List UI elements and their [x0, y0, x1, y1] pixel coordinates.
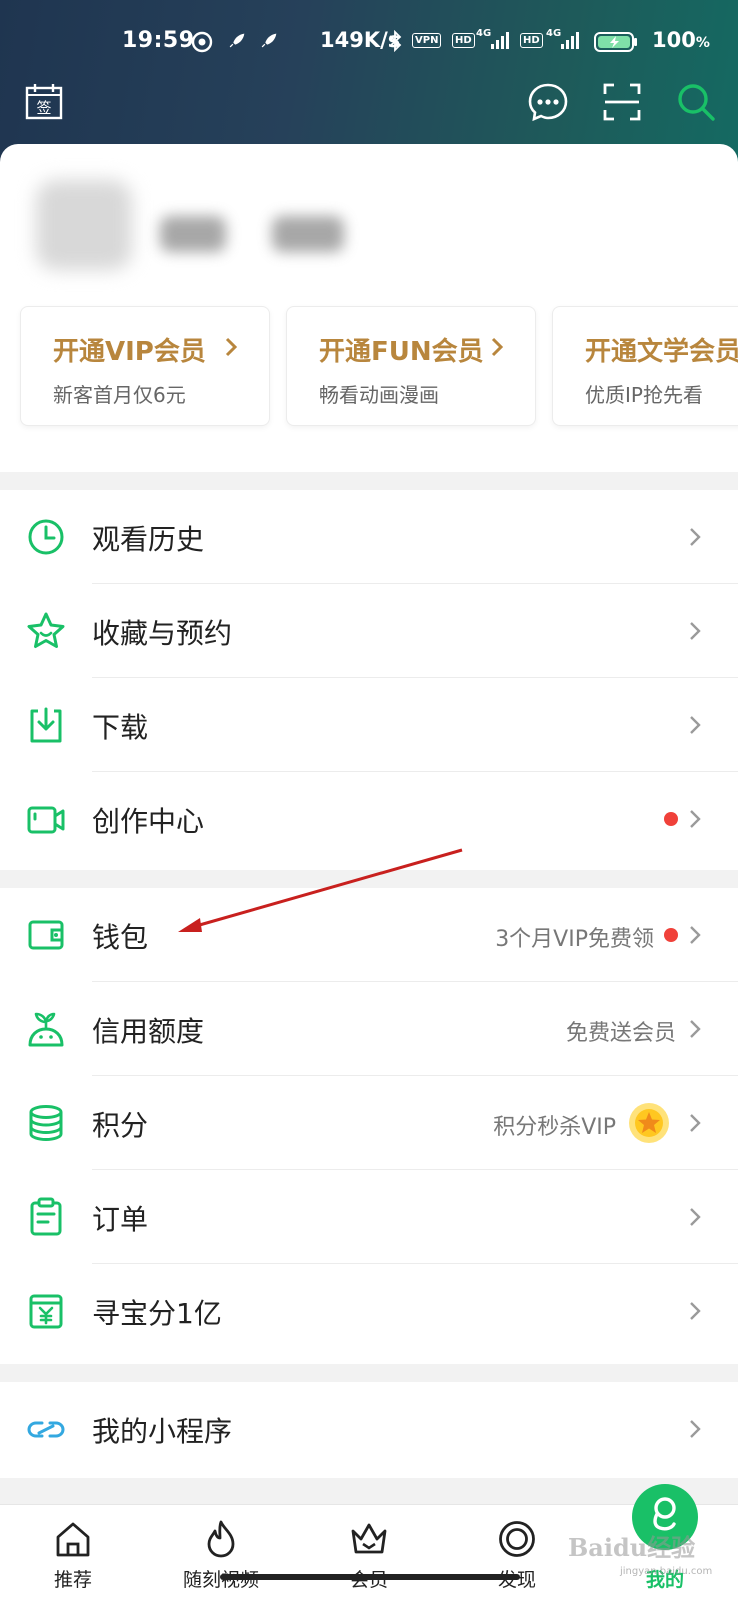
- hd-badge: HD: [452, 33, 475, 48]
- profile-card: 开通VIP会员 新客首月仅6元 开通FUN会员 畅看动画漫画 开通文学会员 优质…: [0, 144, 738, 472]
- menu-item-label: 下载: [92, 711, 149, 744]
- message-icon[interactable]: [528, 82, 568, 122]
- notification-dot: [664, 928, 678, 942]
- vip-card-subtitle: 新客首月仅6元: [53, 383, 186, 407]
- menu-item-favorites[interactable]: 收藏与预约: [0, 584, 738, 678]
- menu-item-label: 积分: [92, 1109, 149, 1142]
- menu-item-points[interactable]: 积分 积分秒杀VIP: [0, 1076, 738, 1170]
- chevron-right-icon: [225, 337, 238, 357]
- do-not-disturb-icon: [191, 31, 213, 53]
- status-time: 19:59: [122, 28, 195, 53]
- avatar[interactable]: [36, 180, 132, 270]
- menu-item-hint: 免费送会员: [565, 1021, 676, 1046]
- vip-card-title: 开通FUN会员: [319, 337, 484, 367]
- menu-section-2: 钱包 3个月VIP免费领 信用额度 免费送会员 积分 积分秒杀VIP 订单 寻宝…: [0, 888, 738, 1364]
- vpn-badge: VPN: [412, 33, 442, 48]
- gold-coin-icon: [629, 1103, 669, 1143]
- chevron-right-icon: [690, 926, 701, 944]
- nav-tab-discover[interactable]: 发现: [467, 1505, 567, 1601]
- menu-item-label: 收藏与预约: [92, 617, 233, 650]
- scan-icon[interactable]: [602, 82, 642, 122]
- menu-item-mini-programs[interactable]: 我的小程序: [0, 1382, 738, 1476]
- vip-card-title: 开通文学会员: [585, 337, 738, 367]
- coins-icon: [29, 1105, 63, 1142]
- home-indicator[interactable]: [220, 1574, 520, 1580]
- chevron-right-icon: [690, 528, 701, 546]
- battery-icon: [594, 32, 637, 52]
- vip-card-subtitle: 畅看动画漫画: [319, 383, 439, 407]
- watermark-text: Baidu经验: [568, 1533, 696, 1562]
- chevron-right-icon: [690, 716, 701, 734]
- sign-in-label: 签: [36, 99, 51, 117]
- chevron-right-icon: [690, 1302, 701, 1320]
- star-icon: [27, 612, 65, 648]
- menu-item-credit-limit[interactable]: 信用额度 免费送会员: [0, 982, 738, 1076]
- menu-item-history[interactable]: 观看历史: [0, 490, 738, 584]
- chevron-right-icon: [690, 810, 701, 828]
- battery-level: 100%: [652, 28, 710, 52]
- chevron-right-icon: [491, 337, 504, 357]
- vip-card-vip[interactable]: 开通VIP会员 新客首月仅6元: [20, 306, 270, 426]
- nav-label: 推荐: [53, 1569, 92, 1591]
- sprout-icon: [28, 1012, 64, 1047]
- signal-icon: [561, 32, 579, 49]
- vip-card-literature[interactable]: 开通文学会员 优质IP抢先看: [552, 306, 738, 426]
- chevron-right-icon: [690, 1208, 701, 1226]
- chevron-right-icon: [690, 1420, 701, 1438]
- menu-item-hint: 3个月VIP免费领: [495, 927, 654, 952]
- wallet-icon: [28, 920, 64, 950]
- menu-item-wallet[interactable]: 钱包 3个月VIP免费领: [0, 888, 738, 982]
- menu-item-download[interactable]: 下载: [0, 678, 738, 772]
- download-icon: [30, 707, 62, 743]
- crown-icon: [351, 1523, 387, 1554]
- chevron-right-icon: [690, 1020, 701, 1038]
- vip-card-subtitle: 优质IP抢先看: [585, 383, 703, 407]
- search-icon[interactable]: [676, 82, 716, 122]
- menu-section-1: 观看历史 收藏与预约 下载 创作中心: [0, 490, 738, 870]
- nav-tab-suike-video[interactable]: 随刻视频: [171, 1505, 271, 1601]
- status-bar: 19:59 149K/s VPN HD 4G HD 4G 100%: [0, 0, 738, 80]
- menu-item-label: 寻宝分1亿: [92, 1297, 222, 1330]
- chevron-right-icon: [690, 1114, 701, 1132]
- menu-item-label: 创作中心: [92, 805, 205, 838]
- network-type: 4G: [546, 28, 562, 39]
- rocket-icon: [261, 33, 277, 48]
- network-type: 4G: [476, 28, 492, 39]
- menu-item-treasure-hunt[interactable]: 寻宝分1亿: [0, 1264, 738, 1358]
- discover-icon: [499, 1521, 535, 1557]
- menu-item-creator-center[interactable]: 创作中心: [0, 772, 738, 866]
- username-blurred: [160, 216, 226, 252]
- menu-item-hint: 积分秒杀VIP: [493, 1115, 616, 1140]
- signal-icon: [491, 32, 509, 49]
- vip-card-fun[interactable]: 开通FUN会员 畅看动画漫画: [286, 306, 536, 426]
- notification-dot: [664, 812, 678, 826]
- menu-item-label: 我的小程序: [92, 1415, 233, 1448]
- menu-item-label: 信用额度: [92, 1015, 205, 1048]
- menu-item-label: 订单: [92, 1203, 149, 1236]
- menu-item-label: 钱包: [92, 921, 149, 954]
- clipboard-icon: [30, 1197, 62, 1236]
- vip-card-title: 开通VIP会员: [53, 337, 206, 367]
- video-camera-icon: [27, 806, 65, 834]
- nav-tab-recommend[interactable]: 推荐: [23, 1505, 123, 1601]
- user-level-blurred: [272, 216, 344, 252]
- hd-badge: HD: [520, 33, 543, 48]
- mini-program-icon: [27, 1421, 65, 1438]
- calendar-sign-icon[interactable]: 签: [24, 82, 64, 122]
- watermark-subtext: jingyan.baidu.com: [620, 1566, 713, 1577]
- menu-item-label: 观看历史: [92, 523, 205, 556]
- rocket-icon: [229, 33, 245, 48]
- menu-item-orders[interactable]: 订单: [0, 1170, 738, 1264]
- clock-icon: [28, 519, 64, 555]
- home-icon: [56, 1522, 90, 1557]
- bluetooth-icon: [389, 30, 402, 52]
- nav-tab-member[interactable]: 会员: [319, 1505, 419, 1601]
- flame-icon: [207, 1520, 235, 1558]
- chevron-right-icon: [690, 622, 701, 640]
- menu-section-3: 我的小程序: [0, 1382, 738, 1478]
- treasure-icon: [29, 1294, 63, 1329]
